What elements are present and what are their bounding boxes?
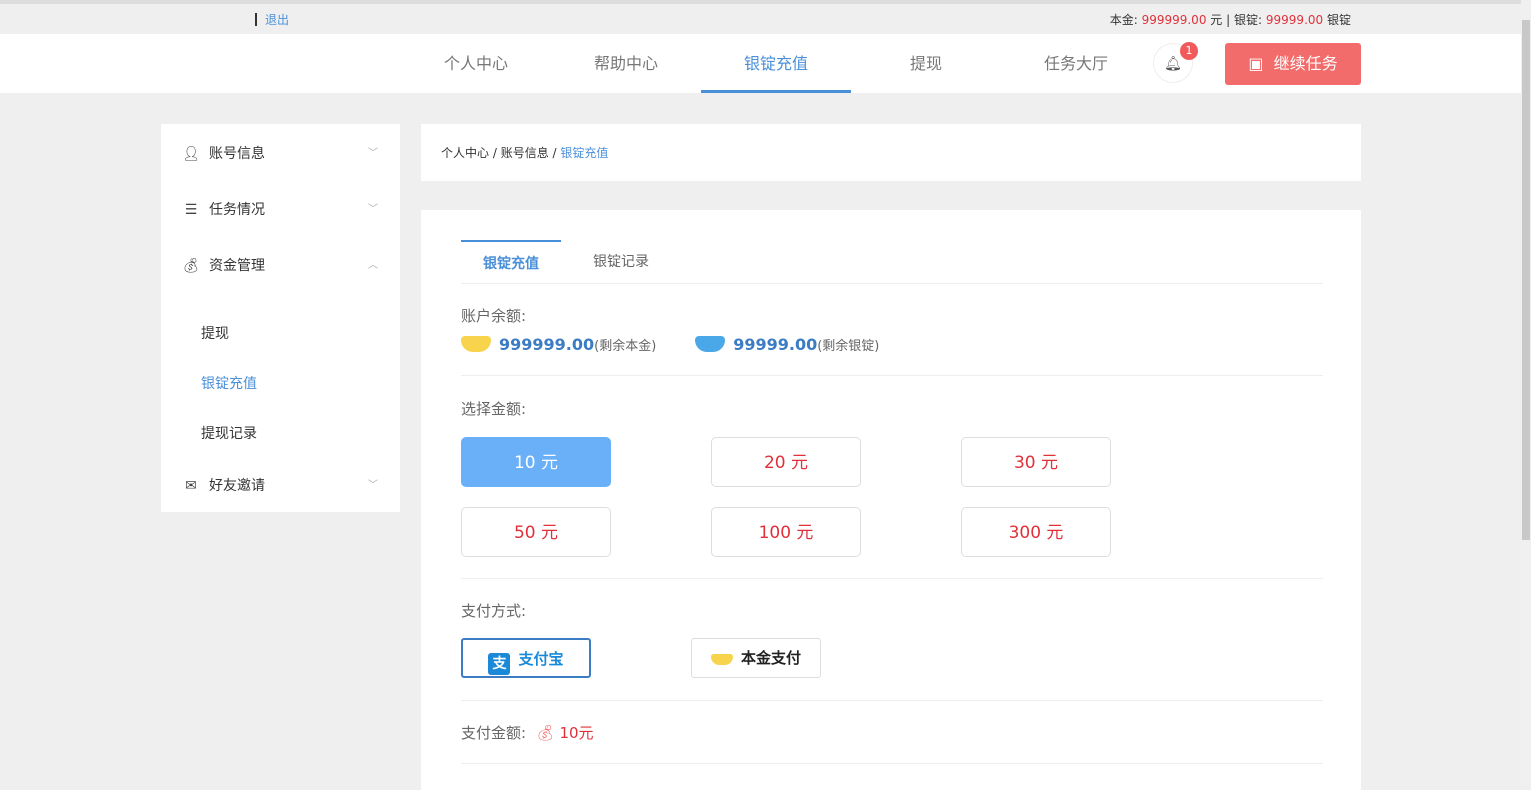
notification-badge: 1 — [1180, 42, 1198, 60]
breadcrumb-personal-center[interactable]: 个人中心 — [441, 146, 489, 160]
nav-personal-center[interactable]: 个人中心 — [401, 34, 551, 93]
balance-label: 账户余额: — [461, 307, 527, 325]
breadcrumb-current: 银锭充值 — [560, 146, 609, 160]
gold-ingot-icon — [461, 336, 491, 352]
scrollbar-thumb[interactable] — [1522, 20, 1530, 540]
nav-withdraw[interactable]: 提现 — [851, 34, 1001, 93]
sidebar-sub-ingot-recharge[interactable]: 银锭充值 — [201, 373, 257, 393]
payment-amount: 10元 — [559, 724, 594, 742]
nav-ingot-recharge[interactable]: 银锭充值 — [701, 34, 851, 93]
user-icon: 👤︎ — [182, 146, 200, 162]
pay-alipay-button[interactable]: 支支付宝 — [461, 638, 591, 678]
nav-task-hall[interactable]: 任务大厅 — [1001, 34, 1151, 93]
chevron-up-icon: ︿ — [368, 260, 378, 271]
chevron-down-icon: ﹀ — [368, 148, 378, 159]
top-bar: 退出 本金: 999999.00 元 | 银锭: 99999.00 银锭 — [0, 0, 1521, 34]
sidebar: 👤︎ 账号信息 ﹀ ☰ 任务情况 ﹀ 💰︎ 资金管理 ︿ 提现 银锭充值 提现记录 ✉ 好友邀… — [161, 124, 400, 512]
sidebar-item-account-info[interactable]: 👤︎ 账号信息 ﹀ — [161, 126, 400, 182]
main-nav: 个人中心 帮助中心 银锭充值 提现 任务大厅 🔔︎ 1 ▣ 继续任务 — [0, 34, 1521, 93]
choose-amount-label: 选择金额: — [461, 400, 527, 418]
recharge-panel: 银锭充值 银锭记录 账户余额: 999999.00(剩余本金) 99999.00… — [421, 210, 1361, 790]
envelope-icon: ✉ — [185, 478, 197, 494]
nav-help-center[interactable]: 帮助中心 — [551, 34, 701, 93]
amount-option-20[interactable]: 20 元 — [711, 437, 861, 487]
money-bag-icon: 💰︎ — [535, 724, 555, 742]
chevron-down-icon: ﹀ — [368, 204, 378, 215]
tab-bar: 银锭充值 银锭记录 — [461, 240, 1323, 284]
balance-summary: 本金: 999999.00 元 | 银锭: 99999.00 银锭 — [1109, 13, 1351, 27]
notification-button[interactable]: 🔔︎ 1 — [1153, 42, 1198, 83]
amount-option-300[interactable]: 300 元 — [961, 507, 1111, 557]
calendar-check-icon: ▣ — [1248, 54, 1264, 73]
amount-option-100[interactable]: 100 元 — [711, 507, 861, 557]
money-bag-icon: 💰︎ — [182, 258, 200, 274]
continue-task-button[interactable]: ▣ 继续任务 — [1225, 43, 1361, 85]
sidebar-item-task-status[interactable]: ☰ 任务情况 ﹀ — [161, 182, 400, 238]
gold-ingot-icon — [710, 654, 733, 665]
amount-option-50[interactable]: 50 元 — [461, 507, 611, 557]
list-icon: ☰ — [184, 202, 198, 218]
amount-option-10[interactable]: 10 元 — [461, 437, 611, 487]
breadcrumb-account-info[interactable]: 账号信息 — [501, 146, 549, 160]
chevron-down-icon: ﹀ — [368, 480, 378, 491]
sidebar-sub-withdraw[interactable]: 提现 — [201, 323, 229, 343]
breadcrumb: 个人中心 / 账号信息 / 银锭充值 — [421, 124, 1361, 181]
tab-ingot-recharge[interactable]: 银锭充值 — [461, 240, 561, 284]
sidebar-item-fund-management[interactable]: 💰︎ 资金管理 ︿ — [161, 238, 400, 294]
payment-amount-row: 支付金额: 💰︎ 10元 — [461, 724, 594, 742]
amount-option-30[interactable]: 30 元 — [961, 437, 1111, 487]
logout-link[interactable]: 退出 — [255, 11, 289, 28]
sidebar-sub-withdraw-records[interactable]: 提现记录 — [201, 423, 257, 443]
bell-icon: 🔔︎ — [1164, 56, 1182, 72]
payment-method-label: 支付方式: — [461, 602, 527, 620]
sidebar-item-invite-friends[interactable]: ✉ 好友邀请 ﹀ — [161, 458, 400, 514]
silver-ingot-icon — [695, 336, 726, 352]
pay-principal-button[interactable]: 本金支付 — [691, 638, 821, 678]
balance-row: 999999.00(剩余本金) 99999.00(剩余银锭) — [461, 335, 879, 354]
scrollbar[interactable] — [1521, 0, 1531, 784]
tab-ingot-records[interactable]: 银锭记录 — [571, 240, 671, 284]
alipay-icon: 支 — [488, 653, 511, 675]
